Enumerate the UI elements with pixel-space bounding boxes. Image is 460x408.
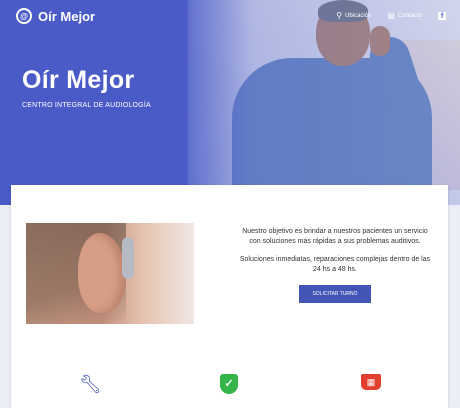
top-navigation: ⚲ Ubicación ▤ Contacto f <box>336 11 446 20</box>
request-appointment-button[interactable]: SOLICITAR TURNO <box>299 285 371 303</box>
nav-location[interactable]: ⚲ Ubicación <box>336 11 371 20</box>
intro-paragraph-1: Nuestro objetivo es brindar a nuestros p… <box>242 228 428 245</box>
intro-paragraph-2: Soluciones inmediatas, reparaciones comp… <box>239 256 431 273</box>
hero-subtitle: CENTRO INTEGRAL DE AUDIOLOGÍA <box>22 102 151 109</box>
intro-card: Nuestro objetivo es brindar a nuestros p… <box>11 185 448 408</box>
nav-contact-label: Contacto <box>397 12 422 19</box>
brand-name: Oír Mejor <box>38 8 96 24</box>
feature-shop: ▦ <box>361 374 381 390</box>
feature-warranty: ✓ <box>220 374 238 394</box>
hero-title: Oír Mejor <box>22 66 135 94</box>
ear-logo-icon: @ <box>16 8 32 24</box>
basket-icon: ▦ <box>361 374 381 390</box>
map-pin-icon: ⚲ <box>336 11 343 20</box>
hearing-aid-device <box>122 237 134 279</box>
feature-repair: 🔧︎ <box>79 374 102 394</box>
ear-hearing-aid-image <box>26 223 194 324</box>
nav-location-label: Ubicación <box>345 12 372 19</box>
nav-facebook[interactable]: f <box>438 11 446 20</box>
shield-check-icon: ✓ <box>220 374 238 394</box>
brand-logo-link[interactable]: @ Oír Mejor <box>16 8 95 24</box>
chat-icon: ▤ <box>387 11 395 20</box>
facebook-icon: f <box>438 11 446 20</box>
hero-banner: @ Oír Mejor ⚲ Ubicación ▤ Contacto f Oír… <box>0 0 460 205</box>
wrench-icon: 🔧︎ <box>79 374 102 394</box>
nav-contact[interactable]: ▤ Contacto <box>387 11 422 20</box>
intro-text: Nuestro objetivo es brindar a nuestros p… <box>237 227 433 303</box>
